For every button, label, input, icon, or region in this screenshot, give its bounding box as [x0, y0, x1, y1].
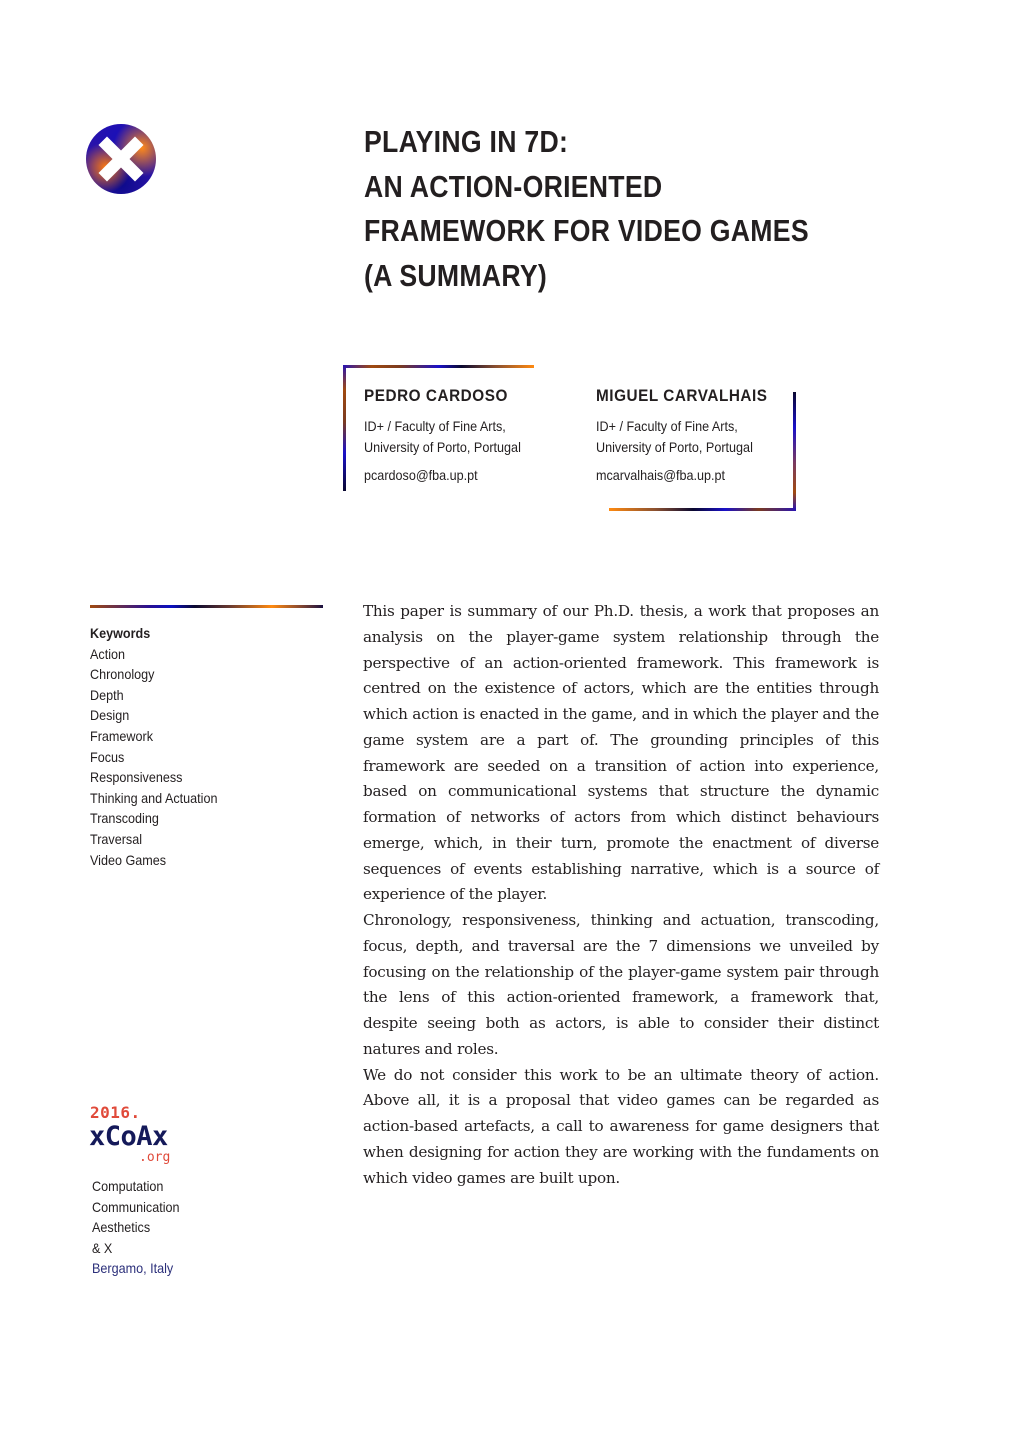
keywords-list: Keywords Action Chronology Depth Design … — [90, 623, 217, 870]
conference-location: Bergamo, Italy — [92, 1260, 174, 1277]
xcoax-logo — [86, 124, 156, 194]
author-frame-right-border — [793, 392, 796, 510]
conference-logo: 2016. xCoAx .org — [89, 1103, 171, 1165]
author-block: MIGUEL CARVALHAIS ID+ / Faculty of Fine … — [596, 386, 787, 486]
abstract-paragraph: Chronology, responsiveness, thinking and… — [363, 911, 879, 1058]
abstract-body: This paper is summary of our Ph.D. thesi… — [363, 599, 879, 1191]
affiliation-line: ID+ / Faculty of Fine Arts, — [364, 418, 506, 434]
author-frame-left-border — [343, 365, 346, 491]
author-frame-bottom-border — [609, 508, 796, 511]
author-block: PEDRO CARDOSO ID+ / Faculty of Fine Arts… — [364, 386, 538, 486]
title-line: AN ACTION-ORIENTED — [364, 168, 663, 204]
author-email[interactable]: pcardoso@fba.up.pt — [364, 465, 521, 486]
title-line: FRAMEWORK FOR VIDEO GAMES — [364, 213, 809, 248]
conference-info: Computation Communication Aesthetics & X… — [92, 1176, 180, 1279]
conference-year: 2016. — [90, 1103, 141, 1122]
affiliation-line: University of Porto, Portugal — [364, 439, 521, 455]
author-affiliation: ID+ / Faculty of Fine Arts, University o… — [364, 416, 521, 458]
affiliation-line: ID+ / Faculty of Fine Arts, — [596, 418, 738, 434]
keywords-heading: Keywords — [90, 625, 151, 641]
conference-name: xCoAx — [89, 1121, 168, 1152]
keyword-item: Responsiveness — [90, 769, 183, 786]
keyword-item: Traversal — [90, 830, 143, 847]
conference-line: Computation — [92, 1178, 164, 1194]
keyword-item: Thinking and Actuation — [90, 789, 218, 806]
keyword-item: Video Games — [90, 851, 167, 868]
conference-line: Aesthetics — [92, 1219, 151, 1236]
conference-tld: .org — [139, 1150, 171, 1165]
title-line: PLAYING IN 7D: — [364, 124, 569, 159]
affiliation-line: University of Porto, Portugal — [596, 439, 753, 455]
author-frame-top-border — [343, 365, 534, 368]
author-name: PEDRO CARDOSO — [364, 386, 508, 405]
title-line: (A SUMMARY) — [364, 257, 548, 293]
keyword-item: Chronology — [90, 666, 155, 683]
author-name: MIGUEL CARVALHAIS — [596, 386, 768, 405]
keywords-divider — [90, 605, 323, 608]
abstract-paragraph: We do not consider this work to be an ul… — [363, 1065, 879, 1187]
conference-line: & X — [92, 1239, 113, 1256]
keyword-item: Framework — [90, 727, 154, 744]
abstract-paragraph: This paper is summary of our Ph.D. thesi… — [363, 602, 879, 904]
paper-title: PLAYING IN 7D: AN ACTION-ORIENTED FRAMEW… — [364, 120, 811, 298]
author-email[interactable]: mcarvalhais@fba.up.pt — [596, 465, 768, 486]
keyword-item: Design — [90, 707, 130, 724]
keyword-item: Depth — [90, 686, 124, 703]
keyword-item: Action — [90, 645, 126, 662]
x-cross-icon — [98, 136, 144, 182]
author-affiliation: ID+ / Faculty of Fine Arts, University o… — [596, 416, 768, 458]
conference-line: Communication — [92, 1198, 180, 1215]
keyword-item: Transcoding — [90, 810, 159, 827]
keyword-item: Focus — [90, 748, 125, 765]
